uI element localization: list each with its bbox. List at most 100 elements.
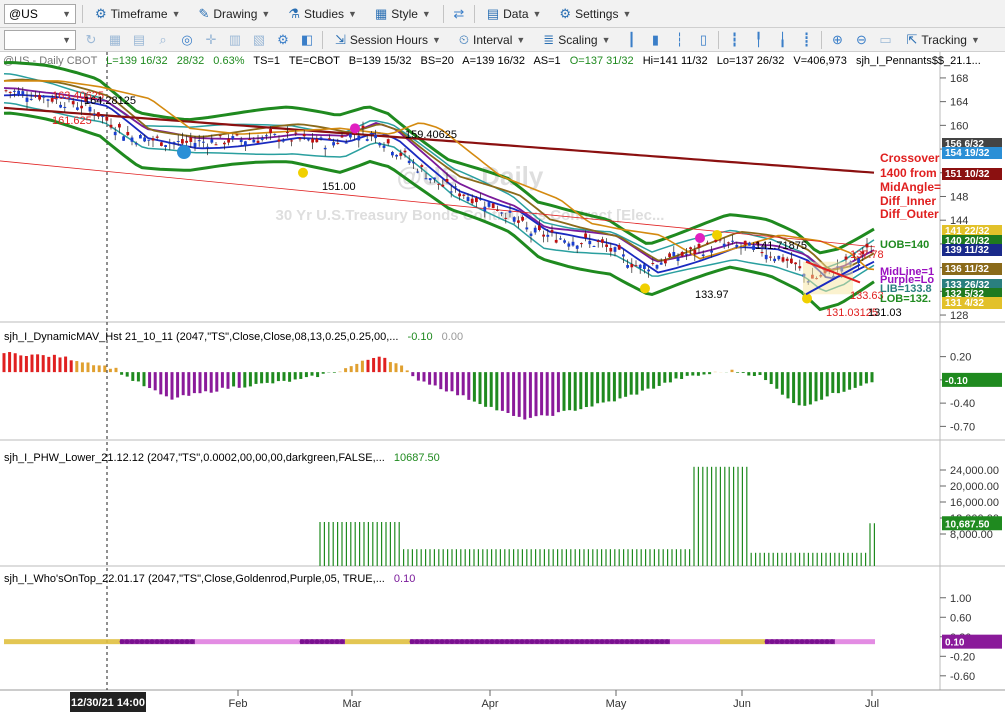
interval-button[interactable]: ⏲ Interval ▼ — [453, 29, 531, 51]
secondary-symbol-input[interactable]: ▼ — [4, 29, 76, 50]
header-low: Lo=137 26/32 — [717, 55, 785, 67]
wot-dot — [469, 639, 475, 645]
wot-dot — [599, 639, 605, 645]
candle-body — [710, 250, 713, 253]
candle-body — [134, 143, 138, 145]
phw-title: sjh_I_PHW_Lower_21.12.12 (2047,"TS",0.00… — [4, 452, 440, 464]
wot-dot — [629, 639, 635, 645]
candle-body — [475, 197, 478, 203]
candle-body — [689, 247, 692, 250]
table-icon[interactable]: ▤ — [130, 31, 148, 49]
candle-chart-icon[interactable]: ▮ — [646, 31, 664, 49]
wot-dot — [594, 639, 600, 645]
wot-dot — [524, 639, 530, 645]
session-hours-button[interactable]: ⇲ Session Hours ▼ — [329, 29, 447, 51]
candle-body — [323, 147, 327, 150]
candle-body — [588, 240, 592, 245]
compare-icon[interactable]: ▧ — [250, 31, 268, 49]
wot-value: 0.10 — [394, 573, 415, 585]
interval-icon: ⏲ — [458, 31, 470, 47]
candle-body — [487, 202, 491, 207]
style-button[interactable]: ▦ Style ▼ — [369, 3, 437, 25]
wot-dot — [604, 639, 610, 645]
candle-body — [563, 240, 566, 243]
studies-button[interactable]: ⚗ Studies ▼ — [282, 3, 363, 25]
zoom-out-icon[interactable]: ⊖ — [852, 31, 870, 49]
candle-body — [298, 138, 302, 140]
candle-body — [680, 251, 684, 256]
x-tick-label: May — [606, 698, 627, 710]
chevron-down-icon: ▼ — [622, 8, 632, 19]
candles-icon[interactable]: ╿ — [749, 31, 767, 49]
price-badge-label: 151 10/32 — [945, 169, 990, 180]
candle-body — [42, 96, 46, 98]
candle-body — [206, 146, 209, 149]
candle-body — [336, 142, 340, 144]
candle-body — [97, 112, 100, 117]
candle-body — [777, 255, 781, 260]
mav-value: -0.10 — [408, 331, 433, 343]
tracking-button[interactable]: ⇱ Tracking ▼ — [900, 29, 985, 51]
candle-body — [248, 139, 251, 141]
wot-title-text: sjh_I_Who'sOnTop_22.01.17 (2047,"TS",Clo… — [4, 573, 385, 585]
divider — [473, 4, 475, 23]
grid-icon[interactable]: ▦ — [106, 31, 124, 49]
zoom-in-icon[interactable]: ⊕ — [828, 31, 846, 49]
y-tick-label: 24,000.00 — [950, 465, 999, 477]
wot-dot — [794, 639, 800, 645]
wot-dot — [174, 639, 180, 645]
bar-chart-icon[interactable]: ┃ — [622, 31, 640, 49]
wot-dot — [309, 639, 315, 645]
candle-body — [592, 246, 596, 248]
timeframe-icon: ⚙ — [95, 5, 107, 21]
price-annotation: 137.78 — [850, 249, 884, 261]
chevron-down-icon[interactable]: ▼ — [62, 9, 71, 19]
candle-body — [491, 203, 495, 209]
candle-body — [122, 136, 125, 141]
drawing-button[interactable]: ✎ Drawing ▼ — [192, 3, 276, 25]
analysis-icon[interactable]: ◎ — [178, 31, 196, 49]
wot-dot — [509, 639, 515, 645]
symbol-input[interactable]: @US ▼ — [4, 3, 76, 24]
refresh-icon[interactable]: ↻ — [82, 31, 100, 49]
wot-dot — [299, 639, 305, 645]
line-icon[interactable]: ╽ — [773, 31, 791, 49]
candle-body — [433, 177, 436, 180]
price-annotation: 133.97 — [695, 289, 729, 301]
candle-body — [781, 257, 785, 262]
candle-hollow-icon[interactable]: ▯ — [694, 31, 712, 49]
area-icon[interactable]: ┋ — [797, 31, 815, 49]
link-icon[interactable]: ⇄ — [450, 5, 468, 23]
layout-icon[interactable]: ▭ — [876, 31, 894, 49]
zoom-select-icon[interactable]: ⌕ — [154, 31, 172, 49]
indicator-icon[interactable]: ◧ — [298, 31, 316, 49]
settings-button[interactable]: ⚙ Settings ▼ — [553, 3, 637, 25]
chevron-down-icon[interactable]: ▼ — [62, 35, 71, 45]
wot-dot — [184, 639, 190, 645]
wot-segment — [835, 639, 875, 645]
candle-body — [437, 183, 440, 185]
wot-dot — [644, 639, 650, 645]
chart-type-icon[interactable]: ▥ — [226, 31, 244, 49]
data-button[interactable]: ▤ Data ▼ — [481, 3, 548, 25]
price-badge-label: 154 19/32 — [945, 148, 990, 159]
symbol-value: @US — [9, 6, 38, 21]
candle-body — [256, 140, 260, 143]
scaling-button[interactable]: ≣ Scaling ▼ — [537, 29, 616, 51]
timeframe-button[interactable]: ⚙ Timeframe ▼ — [89, 3, 186, 25]
wot-dot — [779, 639, 785, 645]
candle-body — [428, 178, 432, 181]
divider — [718, 30, 720, 49]
bars-icon[interactable]: ┇ — [725, 31, 743, 49]
candle-body — [189, 137, 193, 142]
candle-body — [328, 138, 331, 140]
ohlc-icon[interactable]: ┆ — [670, 31, 688, 49]
x-tick-label: Jun — [733, 698, 751, 710]
chart-area[interactable]: @US - Daily CBOT L=139 16/32 28/32 0.63%… — [0, 52, 1005, 722]
tools-icon[interactable]: ⚙ — [274, 31, 292, 49]
wot-dot — [439, 639, 445, 645]
wot-dot — [329, 639, 335, 645]
y-tick-label: 168 — [950, 73, 968, 85]
candle-body — [546, 234, 550, 237]
crosshair-icon[interactable]: ✛ — [202, 31, 220, 49]
